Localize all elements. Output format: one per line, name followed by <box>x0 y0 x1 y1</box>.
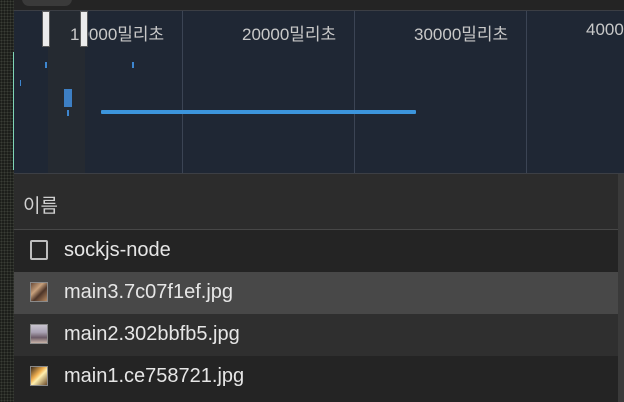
name-column-label: 이름 <box>23 196 58 217</box>
table-row[interactable]: main1.ce758721.jpg <box>14 356 618 398</box>
image-thumbnail-icon <box>30 282 48 302</box>
selection-left-handle[interactable] <box>42 11 50 47</box>
request-mark <box>45 62 47 68</box>
request-mark <box>132 62 134 68</box>
table-row[interactable]: main2.302bbfb5.jpg <box>14 314 618 356</box>
tick-label-30000: 30000밀리초 <box>414 25 509 44</box>
request-name: main1.ce758721.jpg <box>64 365 245 387</box>
overview-toolbar <box>14 0 624 11</box>
devtools-network-panel: 10000밀리초 20000밀리초 30000밀리초 4000 이름 sockj… <box>0 0 624 402</box>
request-name: main2.302bbfb5.jpg <box>64 323 240 345</box>
gridline <box>526 11 527 173</box>
table-row[interactable]: sockjs-node <box>14 230 618 272</box>
request-mark <box>64 89 72 107</box>
tick-label-20000: 20000밀리초 <box>242 25 337 44</box>
selection-right-handle[interactable] <box>80 11 88 47</box>
table-row[interactable]: main3.7c07f1ef.jpg <box>14 272 618 314</box>
request-mark <box>67 110 69 116</box>
tick-label-40000: 4000 <box>586 20 624 39</box>
request-name: main3.7c07f1ef.jpg <box>64 281 234 303</box>
image-thumbnail-icon <box>30 366 48 386</box>
name-column-header[interactable]: 이름 <box>14 174 618 230</box>
request-list: 이름 sockjs-node main3.7c07f1ef.jpg main2.… <box>14 174 624 402</box>
request-name: sockjs-node <box>64 239 171 261</box>
toolbar-pill <box>22 0 72 6</box>
image-thumbnail-icon <box>30 324 48 344</box>
document-icon <box>30 240 48 260</box>
request-waterfall-bar <box>101 110 416 114</box>
gridline <box>354 11 355 173</box>
page-background-strip <box>0 0 15 402</box>
vertical-scrollbar[interactable] <box>618 174 624 402</box>
network-overview-timeline[interactable]: 10000밀리초 20000밀리초 30000밀리초 4000 <box>14 0 624 174</box>
request-mark <box>20 80 21 86</box>
gridline <box>182 11 183 173</box>
